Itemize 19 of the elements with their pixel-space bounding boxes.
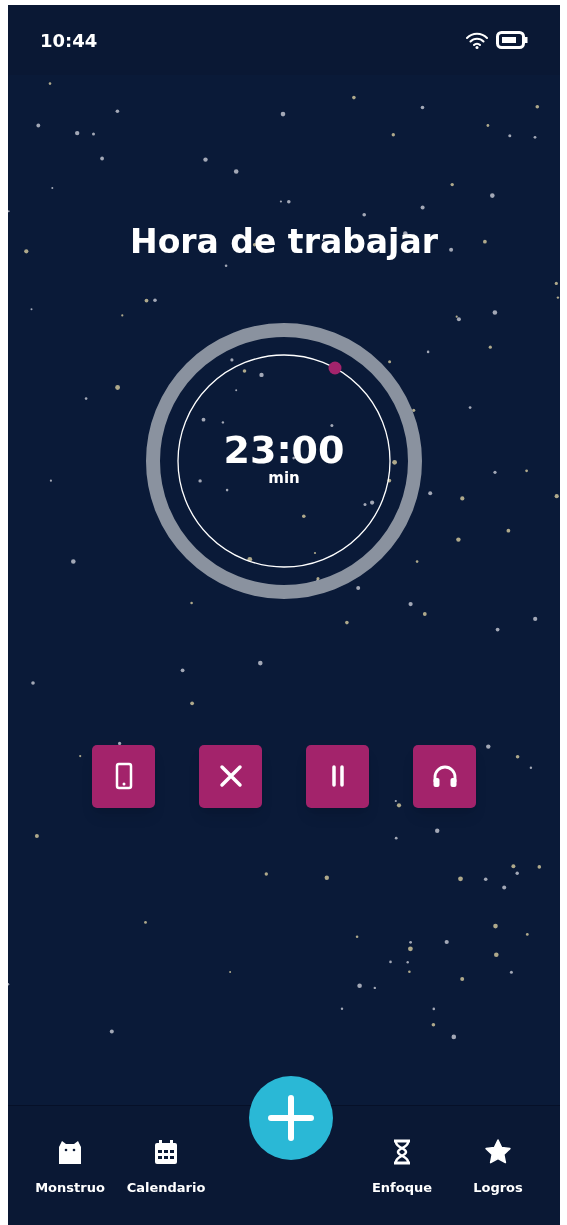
plus-icon bbox=[268, 1095, 314, 1141]
nav-tab[interactable]: Calendario bbox=[118, 1138, 214, 1198]
star-icon bbox=[484, 1138, 512, 1166]
screen-title: Hora de trabajar bbox=[130, 221, 438, 263]
wifi-icon bbox=[466, 31, 488, 49]
phone-button[interactable] bbox=[92, 744, 155, 808]
nav-tab[interactable]: Enfoque bbox=[354, 1138, 450, 1198]
nav-tab[interactable]: Logros bbox=[450, 1138, 546, 1198]
monster-icon bbox=[56, 1138, 84, 1166]
cancel-button[interactable] bbox=[199, 744, 262, 808]
timer-unit: min bbox=[268, 469, 300, 488]
timer-value: 23:00 bbox=[223, 431, 345, 470]
pause-button[interactable] bbox=[306, 744, 369, 808]
nav-tab[interactable]: Monstruo bbox=[22, 1138, 118, 1198]
calendar-icon bbox=[152, 1138, 180, 1166]
progress-dot bbox=[328, 360, 343, 375]
status-time: 10:44 bbox=[40, 28, 98, 53]
battery-icon bbox=[496, 31, 528, 49]
music-button[interactable] bbox=[413, 744, 476, 808]
